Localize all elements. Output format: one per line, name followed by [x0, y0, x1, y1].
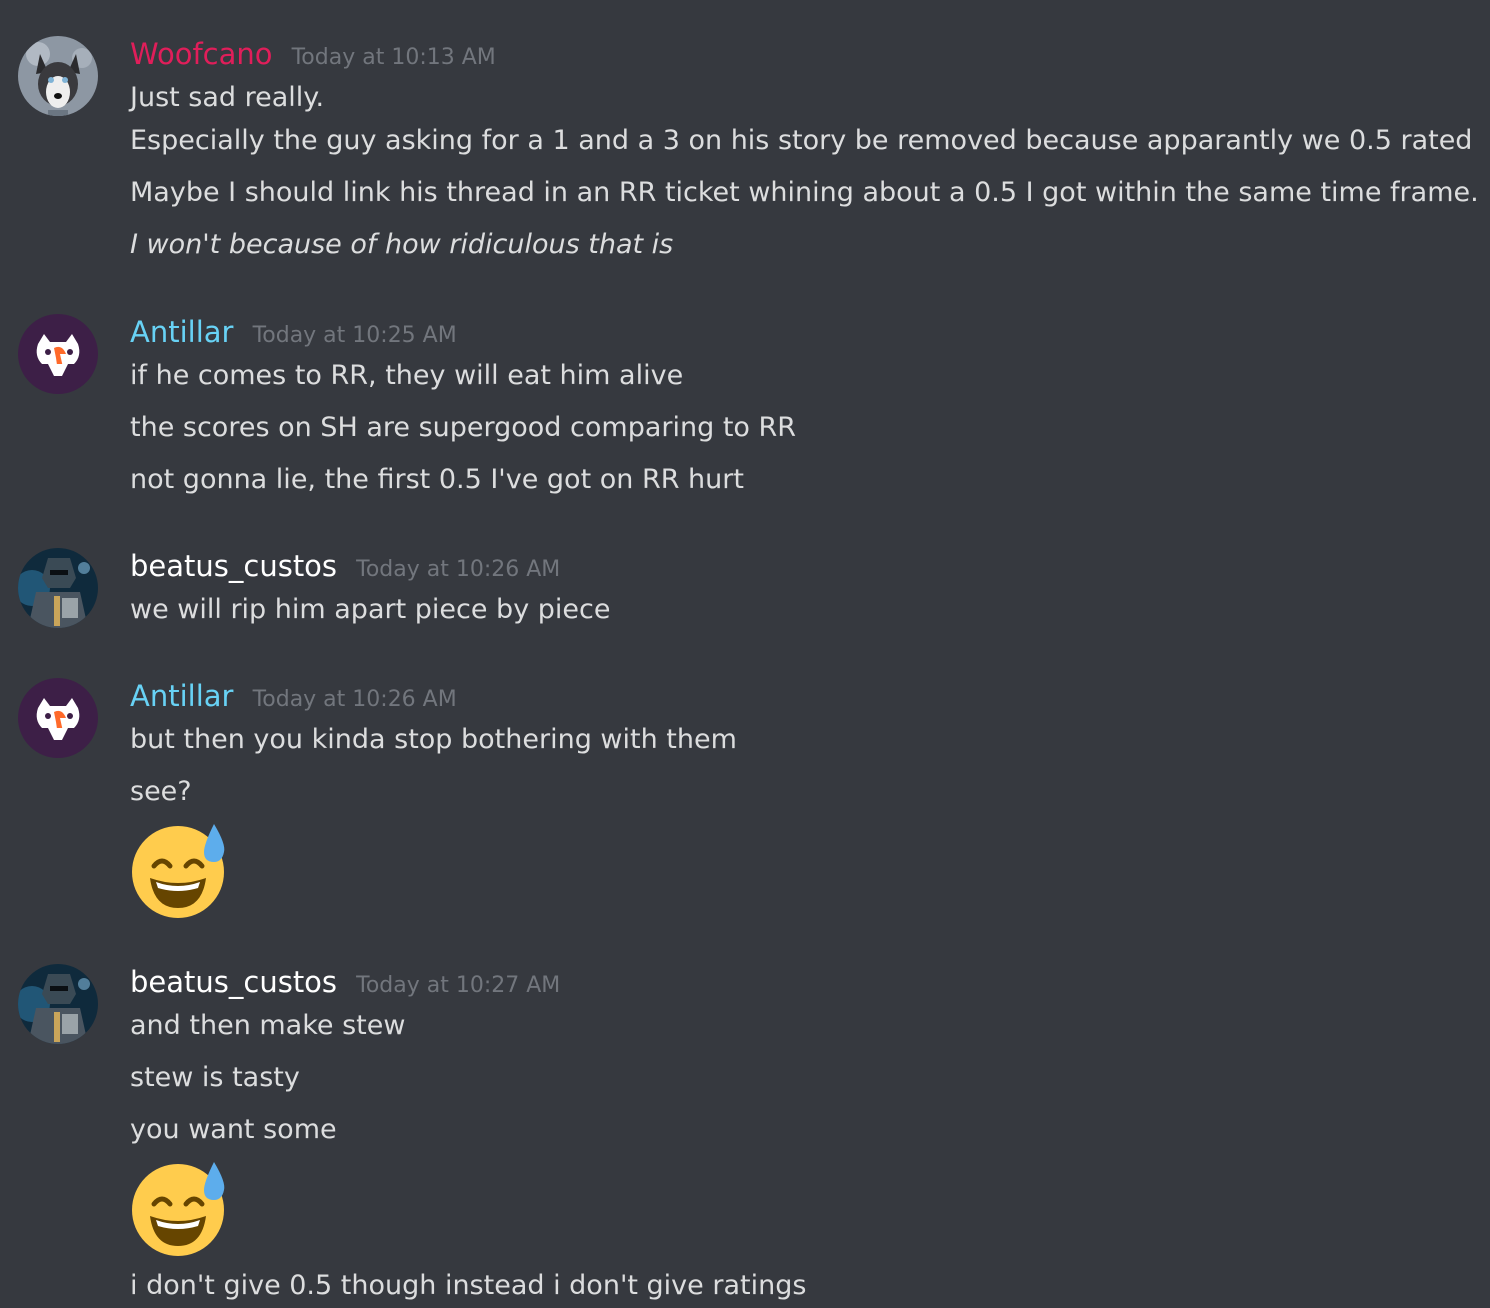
sweat-smile-icon: [132, 1162, 225, 1256]
avatar-beatus-custos[interactable]: [18, 964, 98, 1044]
message-header: Antillar Today at 10:26 AM: [130, 678, 457, 714]
username[interactable]: Antillar: [130, 315, 233, 349]
message-text: if he comes to RR, they will eat him ali…: [130, 360, 684, 391]
message-text: we will rip him apart piece by piece: [130, 594, 611, 625]
message-header: beatus_custos Today at 10:27 AM: [130, 964, 560, 1000]
timestamp: Today at 10:27 AM: [356, 973, 561, 998]
armored-knight-avatar-icon: [18, 548, 98, 628]
sweat-smile-emoji[interactable]: [130, 822, 228, 920]
sweat-smile-emoji[interactable]: [130, 1160, 228, 1258]
message-text: I won't because of how ridiculous that i…: [130, 229, 674, 260]
username[interactable]: beatus_custos: [130, 965, 337, 999]
message-header: Antillar Today at 10:25 AM: [130, 314, 457, 350]
cat-logo-avatar-icon: [18, 678, 98, 758]
avatar-antillar[interactable]: [18, 678, 98, 758]
timestamp: Today at 10:26 AM: [356, 557, 561, 582]
sweat-smile-icon: [132, 824, 225, 918]
avatar-antillar[interactable]: [18, 314, 98, 394]
message-text: Maybe I should link his thread in an RR …: [130, 177, 1479, 208]
message-text: stew is tasty: [130, 1062, 300, 1093]
timestamp: Today at 10:13 AM: [291, 45, 496, 70]
message-text: Just sad really.: [130, 82, 325, 113]
message-header: Woofcano Today at 10:13 AM: [130, 36, 496, 72]
message-text: but then you kinda stop bothering with t…: [130, 724, 737, 755]
message-text: not gonna lie, the first 0.5 I've got on…: [130, 464, 744, 495]
message-text: you want some: [130, 1114, 337, 1145]
message-text: i don't give 0.5 though instead i don't …: [130, 1270, 807, 1301]
message-text: Especially the guy asking for a 1 and a …: [130, 125, 1473, 156]
message-text: the scores on SH are supergood comparing…: [130, 412, 797, 443]
message-text: see?: [130, 776, 192, 807]
armored-knight-avatar-icon: [18, 964, 98, 1044]
username[interactable]: beatus_custos: [130, 549, 337, 583]
timestamp: Today at 10:26 AM: [252, 687, 457, 712]
timestamp: Today at 10:25 AM: [252, 323, 457, 348]
husky-avatar-icon: [18, 36, 98, 116]
message-header: beatus_custos Today at 10:26 AM: [130, 548, 560, 584]
message-text: and then make stew: [130, 1010, 406, 1041]
cat-logo-avatar-icon: [18, 314, 98, 394]
avatar-beatus-custos[interactable]: [18, 548, 98, 628]
username[interactable]: Antillar: [130, 679, 233, 713]
avatar-woofcano[interactable]: [18, 36, 98, 116]
username[interactable]: Woofcano: [130, 37, 273, 71]
